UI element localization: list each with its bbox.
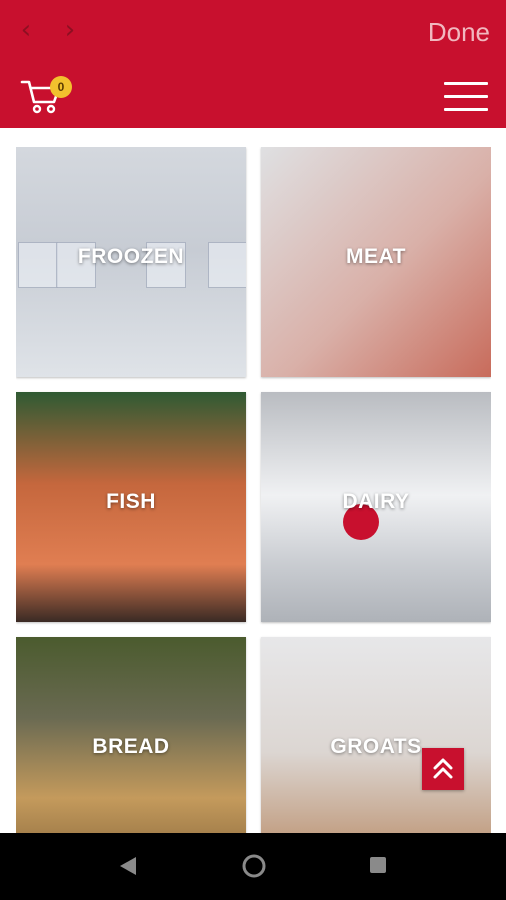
category-label: MEAT	[346, 245, 406, 268]
scroll-to-top-button[interactable]	[422, 748, 464, 790]
system-back-icon[interactable]	[118, 855, 138, 877]
system-nav-bar	[0, 833, 506, 900]
cart-count-badge: 0	[50, 76, 72, 98]
browser-topbar: ‹ › Done	[0, 0, 506, 62]
app-header	[0, 62, 506, 128]
category-label: BREAD	[92, 735, 170, 758]
category-tile-fish[interactable]: FISH	[16, 392, 246, 622]
chevron-left-icon[interactable]: ‹	[12, 16, 40, 44]
category-grid: FROOZEN MEAT FISH DAIRY BREAD GROATS	[16, 147, 491, 833]
category-label: FISH	[106, 490, 156, 513]
category-tile-dairy[interactable]: DAIRY	[261, 392, 491, 622]
category-tile-meat[interactable]: MEAT	[261, 147, 491, 377]
system-recents-icon[interactable]	[370, 857, 386, 873]
done-button[interactable]: Done	[428, 16, 490, 48]
hamburger-menu-icon[interactable]	[444, 82, 488, 112]
double-chevron-up-icon	[433, 758, 453, 779]
category-tile-bread[interactable]: BREAD	[16, 637, 246, 833]
chevron-right-icon[interactable]: ›	[56, 16, 84, 44]
category-tile-groats[interactable]: GROATS	[261, 637, 491, 833]
system-home-icon[interactable]	[241, 853, 267, 879]
category-label: DAIRY	[342, 490, 410, 513]
category-label: FROOZEN	[77, 245, 185, 268]
category-tile-frozen[interactable]: FROOZEN	[16, 147, 246, 377]
